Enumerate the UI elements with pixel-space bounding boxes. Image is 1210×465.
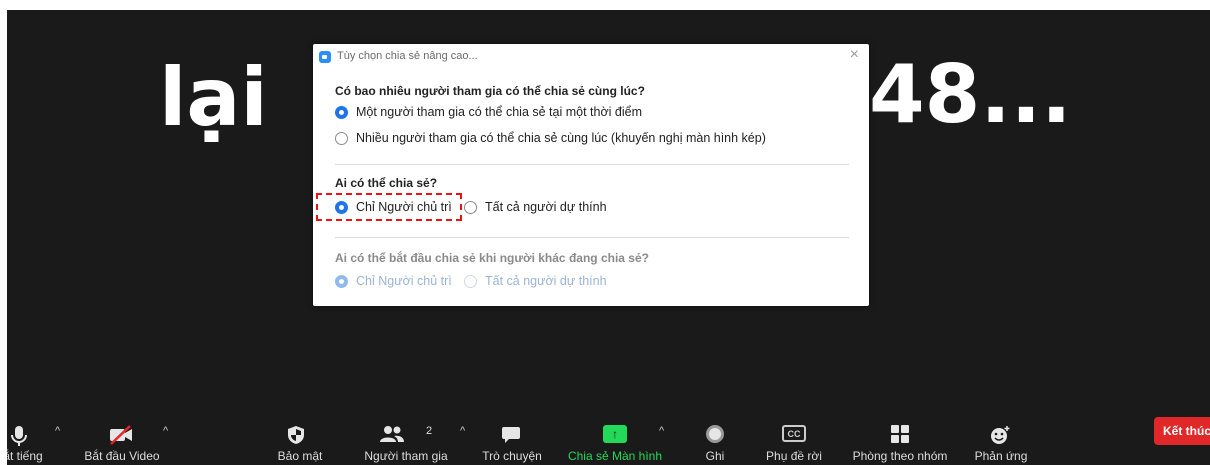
option-host-only-disabled: Chỉ Người chủ trì [335,274,452,288]
breakout-rooms-label: Phòng theo nhóm [852,449,948,463]
option-label: Nhiều người tham gia có thể chia sẻ cùng… [356,131,766,145]
option-one-participant[interactable]: Một người tham gia có thể chia sẻ tại mộ… [335,105,642,119]
highlight-box [316,193,462,221]
caret-up-icon[interactable]: ^ [163,425,168,437]
caret-up-icon[interactable]: ^ [55,425,60,437]
question-simultaneous-share: Có bao nhiêu người tham gia có thể chia … [335,84,645,98]
start-video-label: Bắt đầu Video [84,449,160,463]
close-icon[interactable]: × [850,46,859,64]
caret-up-icon[interactable]: ^ [460,425,465,437]
option-multiple-participants[interactable]: Nhiều người tham gia có thể chia sẻ cùng… [335,131,766,145]
radio-unselected-icon[interactable] [335,131,348,145]
start-video-button[interactable]: ^ Bắt đầu Video [77,415,177,465]
record-icon [706,425,724,443]
participants-icon [380,426,404,442]
chat-bubble-icon [502,427,520,443]
mute-label: ắt tiếng [7,449,43,463]
question-who-can-share: Ai có thể chia sẻ? [335,176,438,190]
chat-label: Trò chuyện [482,449,542,463]
security-button[interactable]: Bảo mật [272,415,332,465]
shield-icon [288,426,304,444]
share-screen-icon: ↑ [603,425,627,443]
captions-label: Phụ đề rời [766,449,822,463]
meeting-toolbar: ^ ắt tiếng ^ Bắt đầu Video Bảo mật 2 ^ N… [7,415,1210,465]
security-label: Bảo mật [277,449,323,463]
mute-button[interactable]: ^ ắt tiếng [7,415,77,465]
shared-screen-text-right: 48... [869,48,1072,141]
option-all-attendees-disabled: Tất cả người dự thính [464,274,607,288]
option-label: Chỉ Người chủ trì [356,274,452,288]
captions-button[interactable]: CC Phụ đề rời [759,415,829,465]
dialog-titlebar: Tùy chọn chia sẻ nâng cao... × [313,44,869,70]
reactions-label: Phản ứng [974,449,1028,463]
microphone-icon [11,426,27,446]
radio-selected-icon[interactable] [335,105,348,119]
radio-unselected-icon [464,274,477,288]
divider [335,164,849,165]
end-meeting-button[interactable]: Kết thúc [1154,417,1210,445]
question-who-can-start-sharing: Ai có thể bắt đầu chia sẻ khi người khác… [335,251,649,265]
option-label: Tất cả người dự thính [485,200,607,214]
record-button[interactable]: Ghi [692,415,738,465]
zoom-app-icon [319,51,331,63]
share-screen-button[interactable]: ↑ ^ Chia sẻ Màn hình [559,415,674,465]
radio-selected-icon [335,274,348,288]
reactions-button[interactable]: Phản ứng [967,415,1037,465]
record-label: Ghi [705,449,725,463]
closed-captions-icon: CC [782,425,806,442]
shared-screen-text-left: lại [159,51,268,144]
participants-count: 2 [426,425,433,437]
advanced-sharing-dialog: Tùy chọn chia sẻ nâng cao... × Có bao nh… [313,44,869,306]
option-label: Một người tham gia có thể chia sẻ tại mộ… [356,105,642,119]
option-label: Tất cả người dự thính [485,274,607,288]
breakout-rooms-button[interactable]: Phòng theo nhóm [845,415,955,465]
divider [335,237,849,238]
share-screen-label: Chia sẻ Màn hình [567,449,663,463]
reactions-smiley-icon [991,426,1010,444]
video-stage: lại 48... Tùy chọn chia sẻ nâng cao... ×… [7,10,1210,465]
video-off-icon [110,425,132,445]
dialog-title: Tùy chọn chia sẻ nâng cao... [337,50,478,62]
participants-button[interactable]: 2 ^ Người tham gia [342,415,477,465]
option-all-attendees[interactable]: Tất cả người dự thính [464,200,607,214]
caret-up-icon[interactable]: ^ [659,425,664,437]
breakout-rooms-icon [891,425,909,443]
radio-unselected-icon[interactable] [464,200,477,214]
participants-label: Người tham gia [364,449,448,463]
chat-button[interactable]: Trò chuyện [477,415,547,465]
